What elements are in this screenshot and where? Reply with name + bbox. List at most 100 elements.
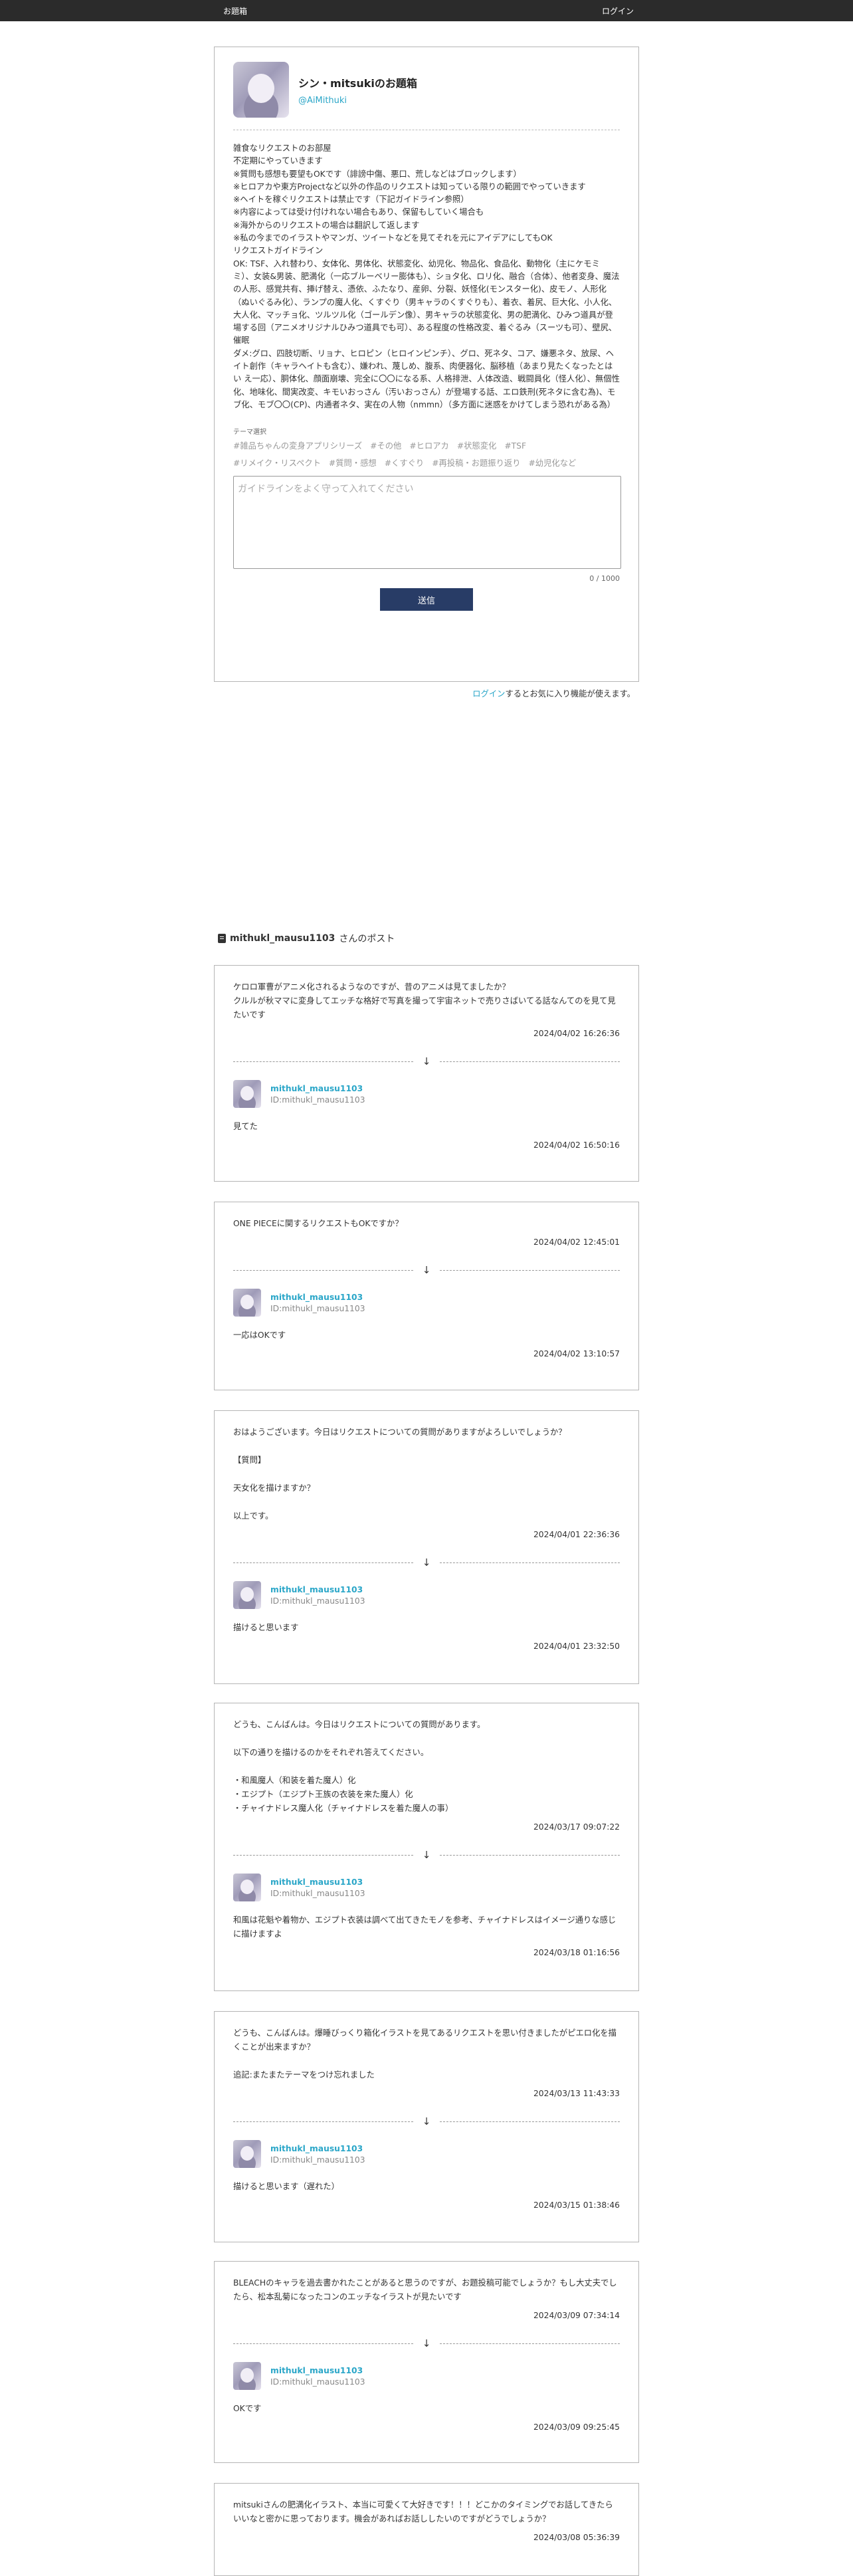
- post-card: おはようございます。今日はリクエストについての質問がありますがよろしいでしょうか…: [214, 1410, 639, 1684]
- theme-tag[interactable]: #状態変化: [457, 441, 497, 451]
- reply-text: 一応はOKです: [233, 1331, 286, 1340]
- reply-header: mithukl_mausu1103 ID:mithukl_mausu1103: [233, 1080, 620, 1108]
- post-date: 2024/03/17 09:07:22: [533, 1822, 620, 1832]
- reply-userid: ID:mithukl_mausu1103: [270, 1888, 365, 1898]
- posts-header-user: mithukl_mausu1103: [230, 933, 335, 944]
- theme-label: テーマ選択: [233, 429, 266, 437]
- post-card: mitsukiさんの肥満化イラスト、本当に可愛くて大好きです！！！どこかのタイミ…: [214, 2483, 639, 2576]
- posts-header: mithukl_mausu1103 さんのポスト: [218, 932, 395, 945]
- post-text: どうも、こんばんは。爆睡びっくり箱化イラストを見てあるリクエストを思い付きました…: [233, 2028, 616, 2080]
- login-note-link[interactable]: ログイン: [472, 689, 505, 698]
- arrow-down-icon: ↓: [422, 1264, 431, 1276]
- theme-tag[interactable]: #雑品ちゃんの変身アプリシリーズ: [233, 441, 362, 451]
- profile-name: シン・mitsukiのお題箱: [298, 76, 417, 90]
- arrow-down-icon: ↓: [422, 2115, 431, 2127]
- post-text: BLEACHのキャラを過去書かれたことがあると思うのですが、お題投稿可能でしょう…: [233, 2278, 617, 2302]
- post-text: ケロロ軍曹がアニメ化されるようなのですが、昔のアニメは見てましたか？ クルルが秋…: [233, 982, 616, 1020]
- reply-text: 和風は花魁や着物か、エジプト衣装は調べて出てきたモノを参考、チャイナドレスはイメ…: [233, 1915, 616, 1939]
- reply-date: 2024/03/18 01:16:56: [533, 1948, 620, 1957]
- reply-username[interactable]: mithukl_mausu1103: [270, 1293, 365, 1302]
- avatar: [233, 1874, 261, 1901]
- arrow-down-icon: ↓: [422, 2337, 431, 2349]
- post-date: 2024/04/02 16:26:36: [533, 1029, 620, 1038]
- reply-username[interactable]: mithukl_mausu1103: [270, 1878, 365, 1887]
- post-text: mitsukiさんの肥満化イラスト、本当に可愛くて大好きです！！！どこかのタイミ…: [233, 2500, 613, 2523]
- login-link[interactable]: ログイン: [602, 5, 634, 17]
- theme-tag[interactable]: #幼児化など: [529, 459, 577, 468]
- avatar: [233, 1289, 261, 1317]
- reply-header: mithukl_mausu1103 ID:mithukl_mausu1103: [233, 1874, 620, 1901]
- arrow-down-icon: ↓: [422, 1556, 431, 1568]
- reply-userid: ID:mithukl_mausu1103: [270, 2377, 365, 2387]
- send-button[interactable]: 送信: [380, 588, 473, 611]
- theme-tag[interactable]: #ヒロアカ: [409, 441, 449, 451]
- top-navbar: お題箱 ログイン: [0, 0, 853, 21]
- profile-header: シン・mitsukiのお題箱 @AiMithuki: [233, 62, 620, 118]
- reply-separator: ↓: [233, 2339, 620, 2349]
- post-text: どうも、こんばんは。今日はリクエストについての質問があります。 以下の通りを描け…: [233, 1720, 486, 1813]
- reply-username[interactable]: mithukl_mausu1103: [270, 1585, 365, 1594]
- post-date: 2024/04/01 22:36:36: [533, 1530, 620, 1539]
- post-text: おはようございます。今日はリクエストについての質問がありますがよろしいでしょうか…: [233, 1428, 567, 1521]
- theme-tag[interactable]: #その他: [370, 441, 401, 451]
- reply-header: mithukl_mausu1103 ID:mithukl_mausu1103: [233, 2140, 620, 2168]
- theme-tag[interactable]: #再投稿・お題振り返り: [432, 459, 520, 468]
- avatar: [233, 2362, 261, 2390]
- post-card: どうも、こんばんは。今日はリクエストについての質問があります。 以下の通りを描け…: [214, 1703, 639, 1991]
- posts-header-suffix: さんのポスト: [339, 934, 395, 944]
- document-icon: [218, 934, 226, 943]
- reply-header: mithukl_mausu1103 ID:mithukl_mausu1103: [233, 1581, 620, 1609]
- profile-avatar: [233, 62, 289, 118]
- avatar: [233, 1581, 261, 1609]
- reply-userid: ID:mithukl_mausu1103: [270, 1095, 365, 1105]
- reply-username[interactable]: mithukl_mausu1103: [270, 2144, 365, 2153]
- reply-text: OKです: [233, 2404, 262, 2413]
- post-card: ONE PIECEに関するリクエストもOKですか？ 2024/04/02 12:…: [214, 1202, 639, 1390]
- reply-date: 2024/04/02 13:10:57: [533, 1349, 620, 1358]
- reply-date: 2024/04/02 16:50:16: [533, 1140, 620, 1150]
- reply-username[interactable]: mithukl_mausu1103: [270, 1084, 365, 1093]
- profile-id-link[interactable]: @AiMithuki: [298, 96, 417, 106]
- arrow-down-icon: ↓: [422, 1055, 431, 1067]
- theme-tag[interactable]: #TSF: [504, 441, 526, 451]
- request-textarea[interactable]: ガイドラインをよく守って入れてください: [233, 476, 621, 570]
- post-text: ONE PIECEに関するリクエストもOKですか？: [233, 1219, 403, 1228]
- avatar: [233, 2140, 261, 2168]
- reply-username[interactable]: mithukl_mausu1103: [270, 2366, 365, 2375]
- reply-header: mithukl_mausu1103 ID:mithukl_mausu1103: [233, 1289, 620, 1317]
- theme-tags: #雑品ちゃんの変身アプリシリーズ #その他 #ヒロアカ #状態変化 #TSF #リメイク・…: [233, 437, 620, 472]
- post-date: 2024/04/02 12:45:01: [533, 1237, 620, 1247]
- theme-tag[interactable]: #質問・感想: [329, 459, 377, 468]
- reply-separator: ↓: [233, 2117, 620, 2127]
- reply-text: 見てた: [233, 1122, 258, 1131]
- reply-userid: ID:mithukl_mausu1103: [270, 1303, 365, 1313]
- reply-separator: ↓: [233, 1265, 620, 1275]
- reply-date: 2024/04/01 23:32:50: [533, 1642, 620, 1651]
- reply-text: 描けると思います（遅れた）: [233, 2182, 339, 2191]
- reply-text: 描けると思います: [233, 1623, 299, 1632]
- reply-separator: ↓: [233, 1057, 620, 1067]
- post-date: 2024/03/09 07:34:14: [533, 2311, 620, 2320]
- login-note: ログインするとお気に入り機能が使えます。: [472, 687, 635, 699]
- reply-date: 2024/03/09 09:25:45: [533, 2422, 620, 2432]
- login-note-text: するとお気に入り機能が使えます。: [505, 689, 635, 698]
- reply-header: mithukl_mausu1103 ID:mithukl_mausu1103: [233, 2362, 620, 2390]
- post-card: ケロロ軍曹がアニメ化されるようなのですが、昔のアニメは見てましたか？ クルルが秋…: [214, 965, 639, 1182]
- reply-userid: ID:mithukl_mausu1103: [270, 1596, 365, 1606]
- avatar: [233, 1080, 261, 1108]
- guideline-text: 雑食なリクエストのお部屋 不定期にやっていきます ※質問も感想も要望もOKです（…: [233, 144, 620, 409]
- post-date: 2024/03/08 05:36:39: [533, 2533, 620, 2542]
- theme-tag[interactable]: #くすぐり: [385, 459, 425, 468]
- theme-tag[interactable]: #リメイク・リスペクト: [233, 459, 321, 468]
- reply-userid: ID:mithukl_mausu1103: [270, 2155, 365, 2165]
- char-counter: 0 / 1000: [589, 574, 620, 584]
- brand-link[interactable]: お題箱: [223, 5, 247, 17]
- post-card: どうも、こんばんは。爆睡びっくり箱化イラストを見てあるリクエストを思い付きました…: [214, 2011, 639, 2242]
- reply-date: 2024/03/15 01:38:46: [533, 2200, 620, 2210]
- post-date: 2024/03/13 11:43:33: [533, 2089, 620, 2098]
- profile-card: シン・mitsukiのお題箱 @AiMithuki 雑食なリクエストのお部屋 不…: [214, 47, 639, 682]
- arrow-down-icon: ↓: [422, 1849, 431, 1861]
- reply-separator: ↓: [233, 1558, 620, 1568]
- reply-separator: ↓: [233, 1850, 620, 1860]
- post-card: BLEACHのキャラを過去書かれたことがあると思うのですが、お題投稿可能でしょう…: [214, 2261, 639, 2463]
